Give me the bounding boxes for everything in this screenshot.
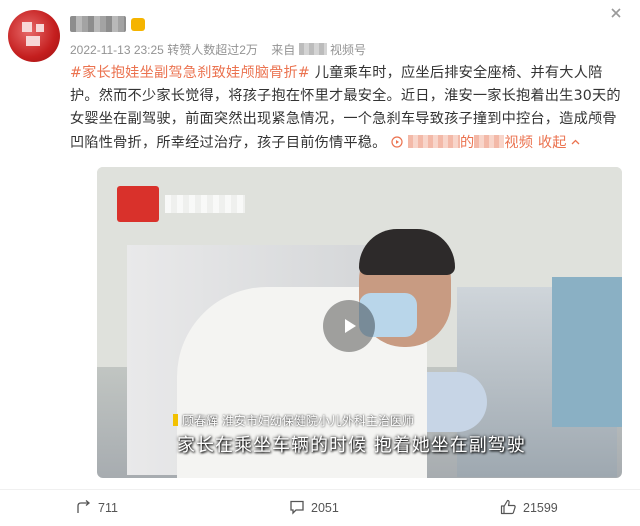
verified-badge-icon (131, 18, 145, 31)
video-link[interactable]: 的 视频 (391, 134, 538, 151)
video-player[interactable]: 顾春辉 淮安市妇幼保健院小儿外科主治医师 家长在乘坐车辆的时候 抱着她坐在副驾驶 (97, 167, 622, 478)
avatar[interactable] (8, 10, 60, 62)
video-name-caption: 顾春辉 淮安市妇幼保健院小儿外科主治医师 (173, 412, 414, 429)
hashtag-link[interactable]: #家长抱娃坐副驾急刹致娃颅脑骨折# (70, 65, 310, 81)
post-meta: 2022-11-13 23:25 转赞人数超过2万 来自 视频号 (70, 41, 366, 58)
comment-count: 2051 (311, 501, 339, 515)
comment-icon (290, 500, 304, 515)
post-date[interactable]: 2022-11-13 23:25 (70, 43, 164, 57)
video-link-icon (391, 136, 403, 148)
source-suffix[interactable]: 视频号 (330, 43, 366, 57)
collapse-link[interactable]: 收起 (538, 135, 581, 151)
source-name-blurred (298, 43, 327, 55)
username-blurred[interactable] (70, 16, 126, 32)
post-body: #家长抱娃坐副驾急刹致娃颅脑骨折# 儿童乘车时，应坐后排安全座椅、并有大人陪护。… (70, 62, 626, 155)
repost-icon (77, 500, 91, 513)
video-source-blurred-2 (474, 134, 505, 148)
play-icon[interactable] (323, 300, 375, 352)
chevron-up-icon (571, 139, 580, 145)
video-link-middle: 的 (459, 134, 475, 151)
channel-name-blurred (165, 195, 245, 213)
channel-logo-icon (117, 186, 159, 222)
source-prefix: 来自 (271, 43, 296, 57)
video-source-blurred (407, 134, 460, 148)
video-link-label: 视频 (504, 134, 534, 151)
repost-count: 711 (98, 501, 118, 515)
close-icon[interactable] (604, 4, 628, 28)
repost-button[interactable]: 711 (76, 496, 118, 520)
comment-button[interactable]: 2051 (289, 496, 339, 520)
reposts-info: 转赞人数超过2万 (167, 43, 258, 57)
divider (0, 489, 640, 490)
weibo-post-card: 2022-11-13 23:25 转赞人数超过2万 来自 视频号 #家长抱娃坐副… (0, 0, 640, 526)
like-icon (500, 499, 516, 515)
video-subtitle: 家长在乘坐车辆的时候 抱着她坐在副驾驶 (177, 435, 526, 456)
like-button[interactable]: 21599 (500, 496, 558, 520)
like-count: 21599 (523, 501, 558, 515)
